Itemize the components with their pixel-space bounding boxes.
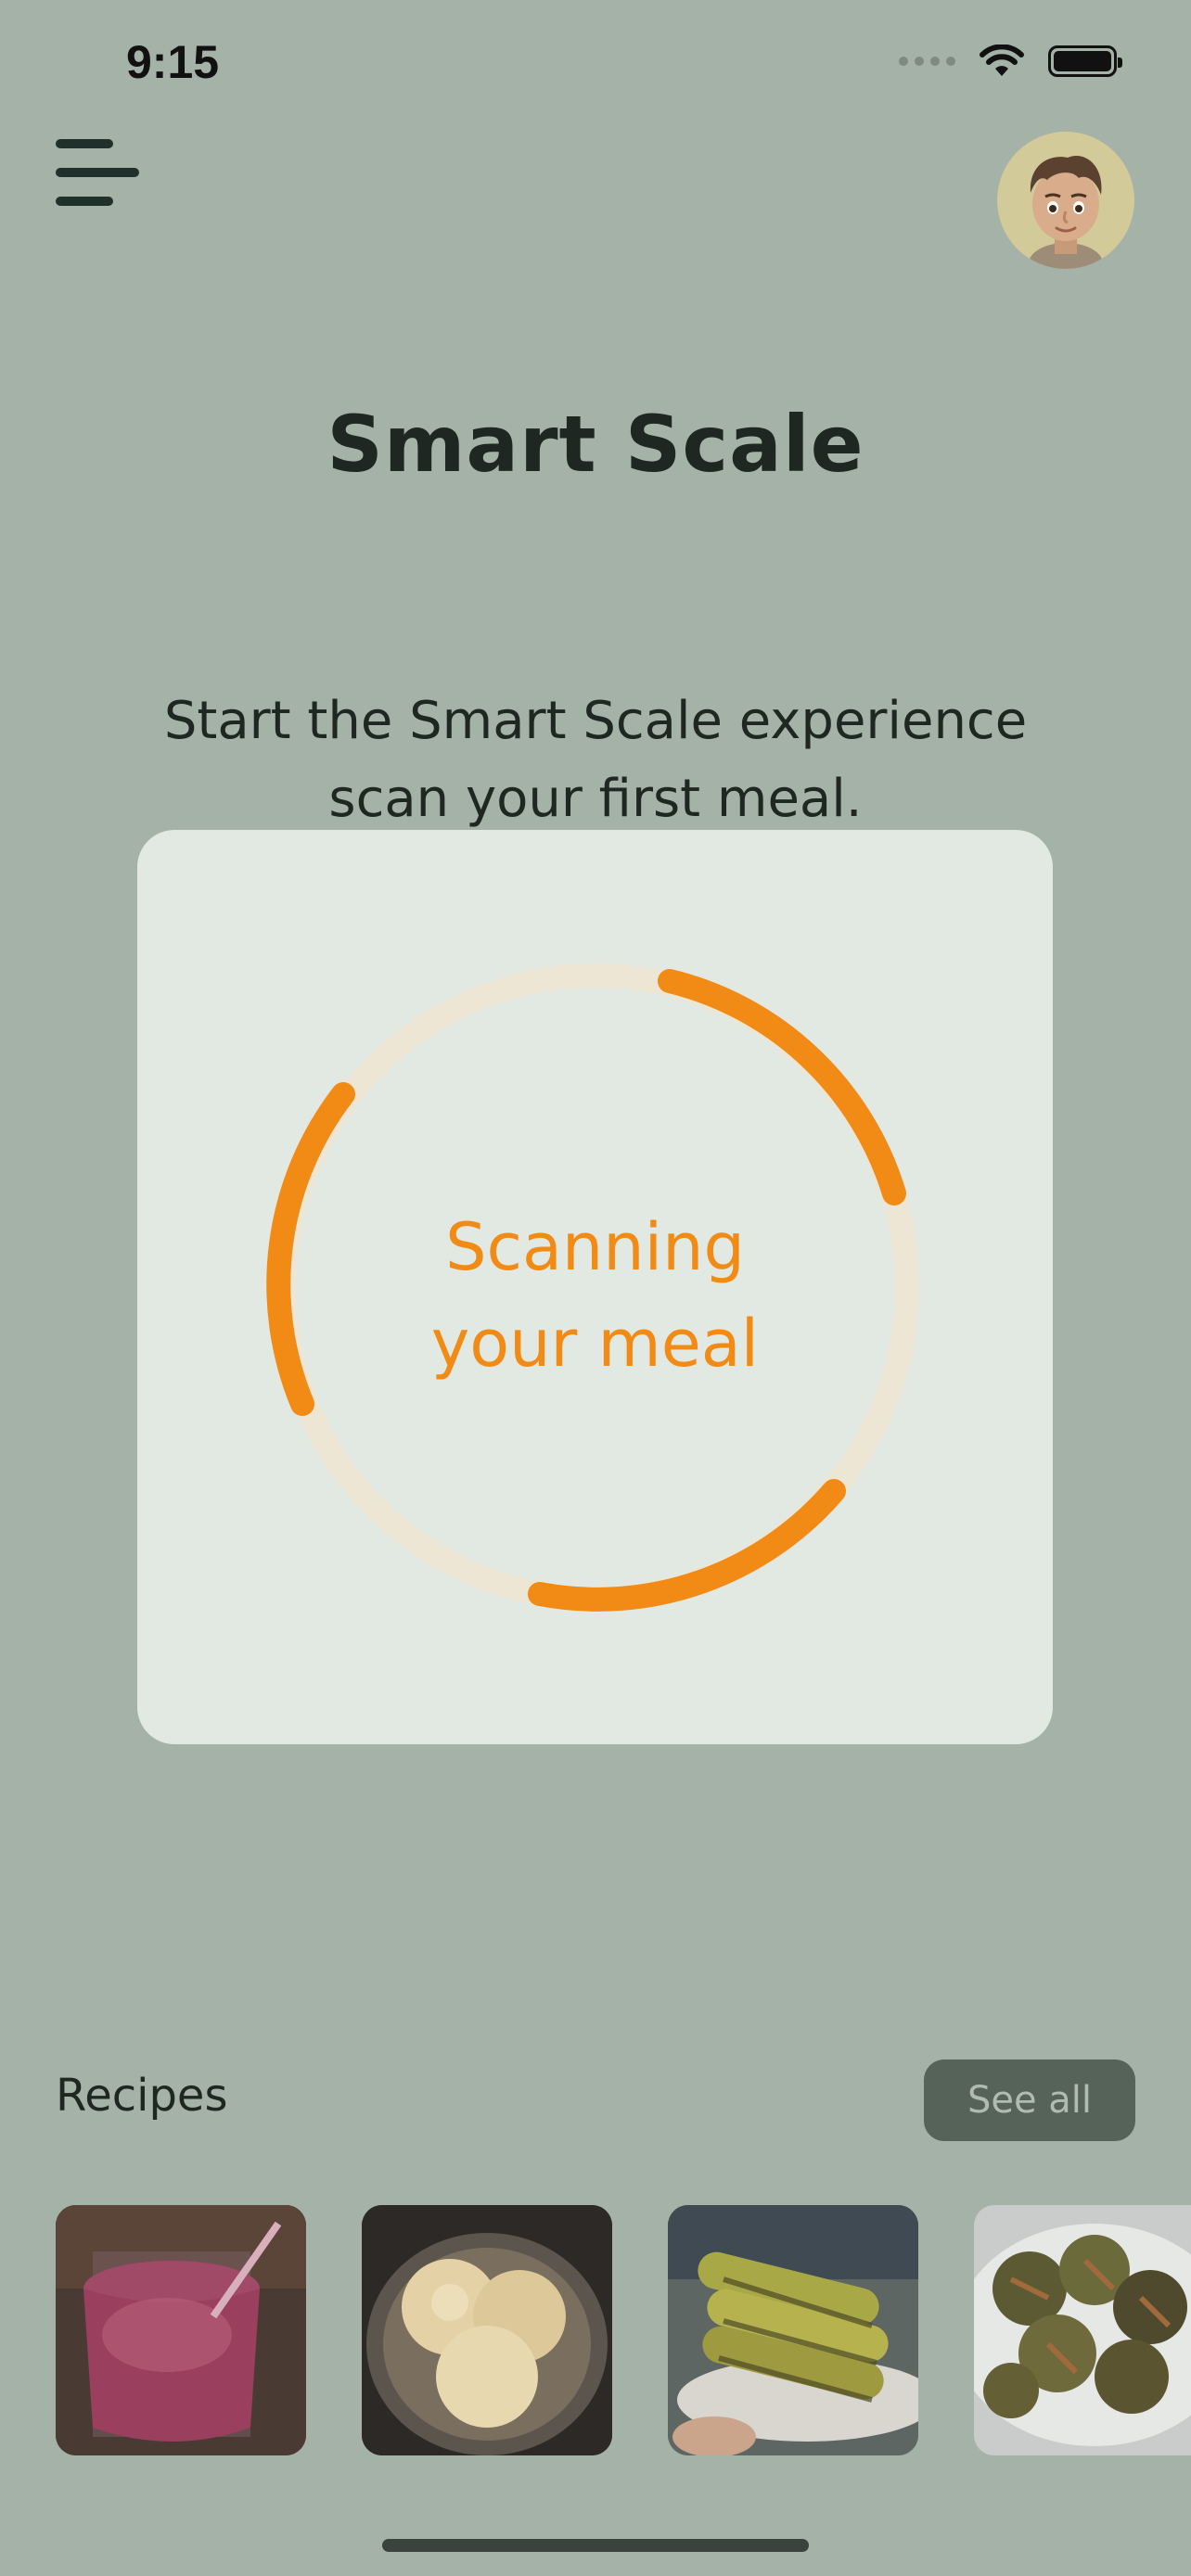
- subtitle-line-1: Start the Smart Scale experience: [163, 691, 1028, 751]
- scanning-status: Scanning your meal: [276, 1199, 914, 1392]
- see-all-button[interactable]: See all: [924, 2060, 1135, 2141]
- scanning-status-line-2: your meal: [430, 1306, 760, 1382]
- page-subtitle: Start the Smart Scale experience scan yo…: [111, 682, 1080, 838]
- status-icons: [899, 45, 1122, 78]
- recipe-card-artichokes[interactable]: [974, 2205, 1191, 2455]
- battery-icon: [1048, 45, 1122, 77]
- memoji-avatar-icon: [1029, 155, 1103, 269]
- avatar[interactable]: [997, 132, 1134, 269]
- scanning-status-line-1: Scanning: [445, 1209, 745, 1285]
- recipe-card-smoothie[interactable]: [56, 2205, 306, 2455]
- progress-arc-bottom: [528, 1479, 846, 1612]
- vanilla-ice-cream-image: [362, 2205, 612, 2455]
- roasted-artichokes-image: [974, 2205, 1191, 2455]
- wifi-icon: [980, 45, 1024, 76]
- subtitle-line-2: scan your first meal.: [328, 769, 863, 829]
- status-time: 9:15: [126, 36, 220, 88]
- recipe-card-ice-cream[interactable]: [362, 2205, 612, 2455]
- page-title: Smart Scale: [327, 399, 864, 490]
- hamburger-menu-icon: [56, 139, 113, 148]
- recipe-card-grilled-corn[interactable]: [668, 2205, 918, 2455]
- menu-button[interactable]: [54, 139, 143, 215]
- grilled-corn-image: [668, 2205, 918, 2455]
- cellular-signal-icon: [899, 57, 955, 66]
- scan-card: Scanning your meal: [137, 830, 1053, 1744]
- recipes-heading: Recipes: [56, 2070, 228, 2122]
- berry-smoothie-image: [56, 2205, 306, 2455]
- progress-arc-top-right: [658, 969, 906, 1205]
- home-indicator[interactable]: [382, 2539, 809, 2552]
